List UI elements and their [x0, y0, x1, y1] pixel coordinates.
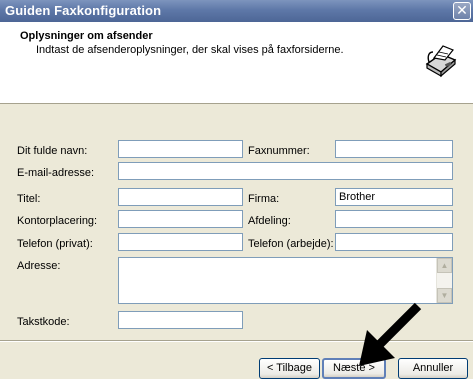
window-titlebar[interactable]: Guiden Faxkonfiguration	[0, 0, 473, 22]
pointer-arrow-icon	[359, 302, 422, 366]
department-field[interactable]	[335, 210, 453, 228]
full-name-field[interactable]	[118, 140, 243, 158]
close-icon: ✕	[456, 2, 468, 18]
address-field[interactable]: ▲ ▼	[118, 257, 453, 304]
address-label: Adresse:	[17, 260, 61, 272]
key-code-label: Takstkode:	[17, 316, 70, 328]
fax-machine-icon	[423, 42, 459, 78]
window-title: Guiden Faxkonfiguration	[5, 3, 162, 18]
fax-wizard-window: Guiden Faxkonfiguration ✕ Oplysninger om…	[0, 0, 473, 379]
header-title: Oplysninger om afsender	[20, 30, 153, 42]
fax-number-label: Faxnummer:	[248, 145, 310, 157]
phone-private-label: Telefon (privat):	[17, 238, 93, 250]
header-subtitle: Indtast de afsenderoplysninger, der skal…	[36, 44, 344, 56]
key-code-field[interactable]	[118, 311, 243, 329]
email-field[interactable]	[118, 162, 453, 180]
close-button[interactable]: ✕	[453, 2, 471, 20]
scroll-up-icon[interactable]: ▲	[437, 258, 452, 273]
back-button[interactable]: < Tilbage	[259, 358, 320, 379]
phone-work-label: Telefon (arbejde):	[248, 238, 334, 250]
title-field[interactable]	[118, 188, 243, 206]
company-field[interactable]: Brother	[335, 188, 453, 206]
fax-number-field[interactable]	[335, 140, 453, 158]
address-scrollbar[interactable]: ▲ ▼	[436, 258, 452, 303]
company-label: Firma:	[248, 193, 280, 205]
title-label: Titel:	[17, 193, 41, 205]
phone-private-field[interactable]	[118, 233, 243, 251]
office-field[interactable]	[118, 210, 243, 228]
wizard-header: Oplysninger om afsender Indtast de afsen…	[0, 22, 473, 104]
full-name-label: Dit fulde navn:	[17, 145, 88, 157]
email-label: E-mail-adresse:	[17, 167, 95, 179]
office-label: Kontorplacering:	[17, 215, 98, 227]
phone-work-field[interactable]	[335, 233, 453, 251]
scroll-down-icon[interactable]: ▼	[437, 288, 452, 303]
department-label: Afdeling:	[248, 215, 291, 227]
